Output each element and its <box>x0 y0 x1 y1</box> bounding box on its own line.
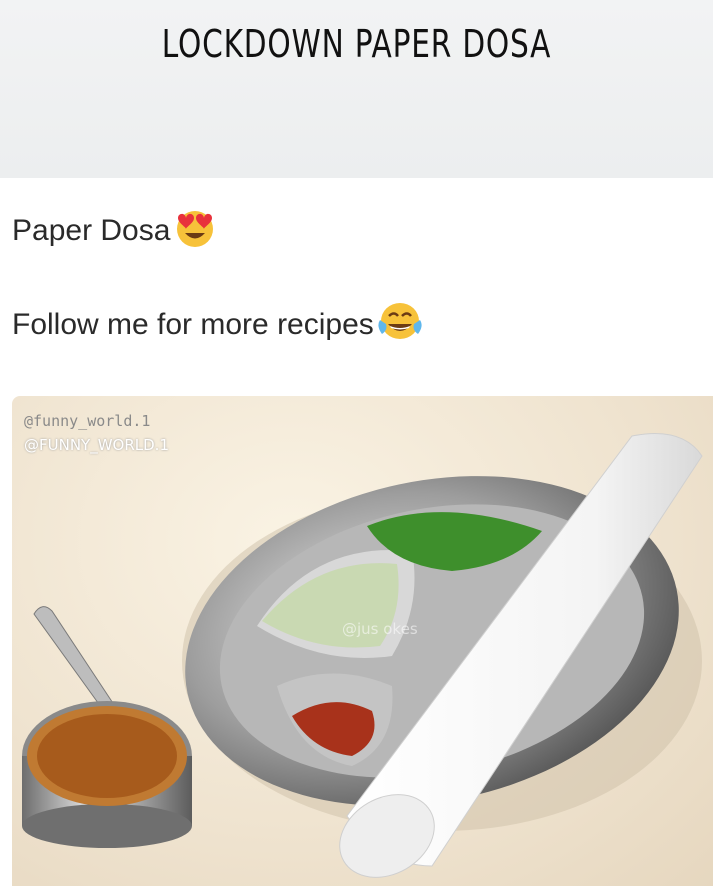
post-line-1: Paper Dosa <box>12 204 218 258</box>
post-line-2: Follow me for more recipes <box>12 300 424 350</box>
watermark-funny-world-caps: @FUNNY_WORLD.1 <box>24 436 169 454</box>
page-title: LOCKDOWN PAPER DOSA <box>161 22 552 66</box>
header-bar: LOCKDOWN PAPER DOSA <box>0 0 713 178</box>
post-line-2-text: Follow me for more recipes <box>12 308 374 341</box>
watermark-jokes: @jus okes <box>342 620 418 638</box>
tears-of-joy-emoji-icon <box>376 300 424 350</box>
watermark-funny-world: @funny_world.1 <box>24 412 151 430</box>
post-line-1-text: Paper Dosa <box>12 214 171 247</box>
heart-eyes-emoji-icon <box>172 204 218 258</box>
dosa-photo: @funny_world.1 @FUNNY_WORLD.1 @jus okes <box>12 396 713 886</box>
post-text: Paper Dosa Follow me for more recipes <box>0 178 713 398</box>
